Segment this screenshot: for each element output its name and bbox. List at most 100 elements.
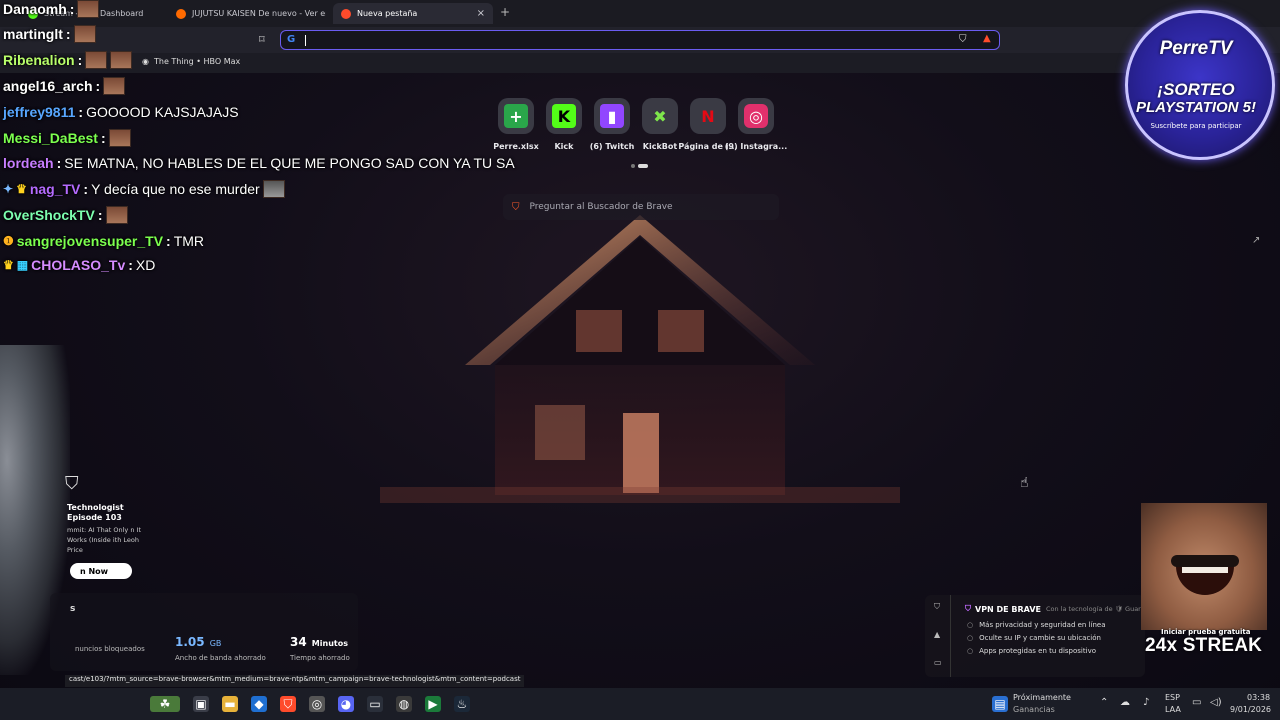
meme-mustache	[1171, 555, 1239, 567]
tab-label: Nueva pestaña	[357, 9, 418, 18]
widget-title[interactable]: Próximamente	[1013, 693, 1071, 702]
volume-icon[interactable]: ◁)	[1210, 697, 1222, 708]
triangle-icon[interactable]: ▲	[934, 630, 940, 639]
bookmark-hbo-max[interactable]: ◉ The Thing • HBO Max	[142, 57, 240, 66]
shortcut-perre-xlsx[interactable]: + Perre.xlsx	[493, 98, 539, 151]
check-icon: ○	[967, 647, 974, 655]
vpn-title: ⛉ VPN DE BRAVE	[965, 604, 1041, 614]
brave-taskbar-icon[interactable]: ⛉	[280, 696, 296, 712]
shortcut-kickbot[interactable]: ✖ KickBot	[642, 98, 678, 151]
weather-widget-icon[interactable]: ☘	[150, 696, 180, 712]
check-icon: ○	[967, 621, 974, 629]
store-icon[interactable]: ◆	[251, 696, 267, 712]
chat-message: Danaomh:	[3, 0, 100, 18]
chat-colon: :	[65, 26, 71, 42]
listen-now-button[interactable]: n Now	[70, 563, 132, 579]
new-tab-button[interactable]: +	[500, 5, 510, 19]
stat-caption: Ancho de banda ahorrado	[175, 654, 266, 662]
file-explorer-icon[interactable]: ▬	[222, 696, 238, 712]
stat-ads-blocked: nuncios bloqueados	[75, 631, 145, 653]
chat-colon: :	[77, 52, 83, 68]
chat-text: XD	[135, 257, 156, 273]
brave-favicon	[341, 8, 351, 19]
open-external-icon[interactable]: ↗	[1252, 235, 1260, 246]
chat-username: lordeah	[3, 155, 54, 171]
shield-icon[interactable]: ⛉	[934, 602, 940, 612]
chat-colon: :	[83, 181, 89, 197]
chat-colon: :	[97, 207, 103, 223]
brave-shields-icon[interactable]: ⛉	[959, 34, 967, 45]
emote-icon	[85, 51, 108, 69]
giveaway-brand: PerreTV	[1159, 38, 1233, 59]
top-sites: + Perre.xlsx K Kick ▮ (6) Twitch ✖ KickB…	[493, 98, 787, 151]
giveaway-overlay: PerreTV ¡SORTEO PLAYSTATION 5! Suscríbet…	[1113, 8, 1279, 160]
shortcut-twitch[interactable]: ▮ (6) Twitch	[590, 98, 634, 151]
brave-search-box[interactable]: ⛉ Preguntar al Buscador de Brave	[503, 194, 779, 220]
language-code[interactable]: ESP	[1165, 693, 1180, 702]
emote-icon	[262, 180, 285, 198]
emote-icon	[105, 206, 128, 224]
google-icon: G	[287, 34, 296, 45]
discord-icon[interactable]: ◕	[338, 696, 354, 712]
crown-badge-icon: ♛	[3, 258, 14, 272]
chat-message: Ribenalion:	[3, 51, 133, 69]
status-bar-url: cast/e103/?mtm_source=brave-browser&mtm_…	[65, 675, 525, 687]
monitor-icon[interactable]: ▭	[1192, 697, 1201, 708]
obs-icon[interactable]: ◍	[396, 696, 412, 712]
chat-message: jeffrey9811: GOOOOD KAJSJAJAJS	[3, 104, 239, 120]
steam-icon[interactable]: ♨	[454, 696, 470, 712]
screen: Stream - Kick Dashboard JUJUTSU KAISEN D…	[0, 0, 1280, 720]
tray-chevron-icon[interactable]: ⌃	[1100, 697, 1108, 708]
crown-badge-icon: ♛	[16, 182, 27, 196]
stats-heading: s	[70, 604, 76, 614]
emote-icon	[110, 51, 133, 69]
vpn-bullet-text: Más privacidad y seguridad en línea	[979, 621, 1106, 629]
brave-vpn-card: ⛉ ▲ ▭ ⛉ VPN DE BRAVE Con la tecnología d…	[925, 595, 1145, 677]
keyboard-layout[interactable]: LAA	[1165, 705, 1181, 714]
pager-dot[interactable]	[631, 164, 635, 168]
shortcut-netflix[interactable]: N Página de i...	[678, 98, 738, 151]
tab-jujutsu-kaisen[interactable]: JUJUTSU KAISEN De nuevo - Ver en C	[168, 3, 326, 24]
vpn-bullet-text: Oculte su IP y cambie su ubicación	[979, 634, 1101, 642]
brave-lion-icon: ⛉	[65, 473, 79, 494]
onedrive-icon[interactable]: ☁	[1120, 697, 1130, 708]
coin-badge-icon: ❶	[3, 234, 14, 248]
pager-dot-active[interactable]	[638, 164, 648, 168]
kickbot-icon: ✖	[642, 98, 678, 134]
brave-rewards-icon[interactable]: ▲	[983, 33, 991, 44]
clock-date[interactable]: 9/01/2026	[1230, 705, 1271, 714]
giveaway-line3: Suscríbete para participar	[1150, 122, 1242, 130]
news-widget-icon[interactable]: ▤	[992, 696, 1008, 712]
vpn-title-text: VPN DE BRAVE	[975, 604, 1041, 614]
chat-username: Danaomh	[3, 1, 67, 17]
app-icon[interactable]: ◎	[309, 696, 325, 712]
clock-time[interactable]: 03:38	[1247, 693, 1270, 702]
shortcut-instagram[interactable]: ◎ (9) Instagra...	[725, 98, 787, 151]
terminal-icon[interactable]: ▭	[367, 696, 383, 712]
chat-message: ♛ ▦ CHOLASO_Tv: XD	[3, 257, 155, 273]
card-icon[interactable]: ▭	[934, 658, 942, 667]
chat-message: ❶ sangrejovensuper_TV: TMR	[3, 233, 204, 249]
giveaway-line1: ¡SORTEO	[1157, 80, 1235, 99]
widget-rail: ⛉ ▲ ▭	[925, 595, 951, 677]
tab-new-tab[interactable]: Nueva pestaña ×	[333, 3, 493, 24]
vpn-bullet: ○ Apps protegidas en tu dispositivo	[967, 647, 1096, 655]
vpn-bullet: ○ Oculte su IP y cambie su ubicación	[967, 634, 1101, 642]
close-tab-icon[interactable]: ×	[477, 8, 485, 19]
text-caret	[305, 35, 306, 46]
microphone-icon[interactable]: ♪	[1143, 697, 1149, 708]
play-icon[interactable]: ▶	[425, 696, 441, 712]
shortcut-kick[interactable]: K Kick	[546, 98, 582, 151]
sword-badge-icon: ✦	[3, 182, 14, 196]
task-view-icon[interactable]: ▣	[193, 696, 209, 712]
bookmark-icon[interactable]: ⌑	[259, 33, 265, 46]
taskbar	[0, 688, 1280, 720]
chat-text: Y decía que no ese murder	[91, 181, 260, 197]
chat-colon: :	[100, 130, 106, 146]
mouse-cursor-icon: ☝	[1020, 475, 1029, 491]
shortcut-pager[interactable]	[631, 164, 648, 168]
address-bar[interactable]: G ⛉ ▲	[280, 30, 1000, 50]
crunchyroll-favicon	[176, 8, 186, 19]
emote-icon	[103, 77, 126, 95]
chat-colon: :	[95, 78, 101, 94]
